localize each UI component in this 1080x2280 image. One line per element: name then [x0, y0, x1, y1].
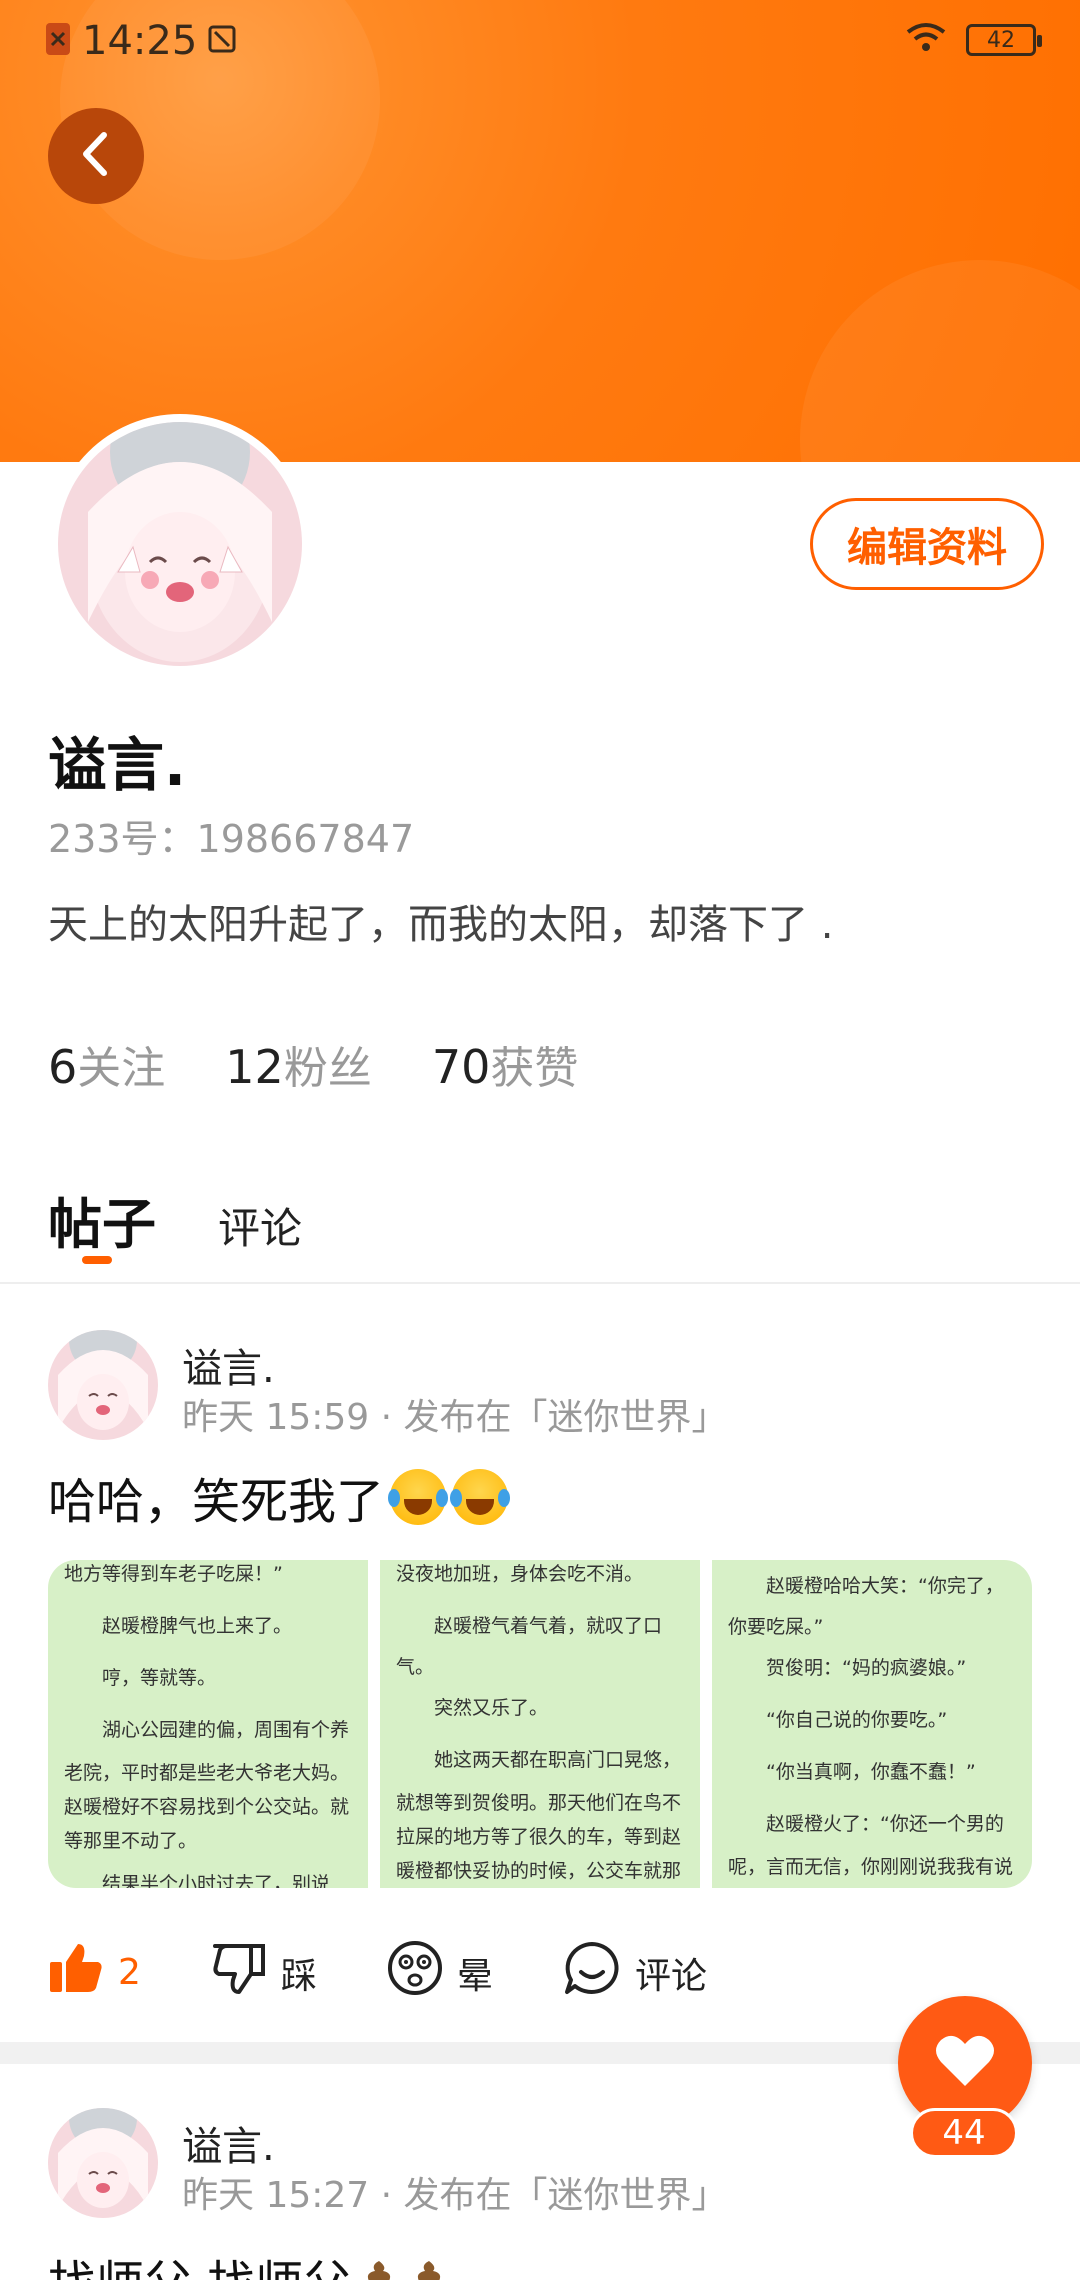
image-text-line: “你当真啊，你蠢不蠢！” [728, 1761, 976, 1783]
image-text-line: 她这两天都在职高门口晃悠， [396, 1749, 682, 1771]
notification-icon [44, 21, 72, 61]
stat-number: 12 [225, 1040, 284, 1094]
comment-label: 评论 [634, 1955, 707, 1997]
post-meta: 昨天 15:27 · 发布在「迷你世界」 [182, 2175, 728, 2216]
post-actions: 2 踩 晕 评论 [48, 1940, 777, 2005]
profile-bio: 天上的太阳升起了，而我的太阳，却落下了 . [48, 902, 834, 948]
image-text-line: 你要吃屎。” [728, 1616, 824, 1638]
image-text-line: 哼，等就等。 [64, 1667, 217, 1689]
image-text-line: 气。 [396, 1656, 435, 1678]
poop-emoji [418, 2261, 441, 2280]
stat-label: 关注 [77, 1043, 166, 1094]
image-text-line: 赵暖橙火了：“你还一个男的 [728, 1813, 1004, 1835]
post-image[interactable]: 没夜地加班，身体会吃不消。 赵暖橙气着气着，就叹了口 气。 突然又乐了。 她这两… [380, 1560, 700, 1888]
stat-label: 获赞 [490, 1043, 579, 1094]
post-text: 哈哈，笑死我了 [48, 1462, 511, 1532]
thumbs-down-icon [211, 1942, 267, 2003]
stat-following[interactable]: 6 关注 [48, 1032, 165, 1096]
comment-button[interactable]: 评论 [563, 1940, 707, 2005]
tab-comments[interactable]: 评论 [218, 1195, 302, 1256]
stat-number: 6 [48, 1040, 78, 1094]
image-text-line: 没夜地加班，身体会吃不消。 [396, 1563, 644, 1585]
image-text-line: 等那里不动了。 [64, 1830, 198, 1852]
post-text-content: 找师父 找师父 [48, 2244, 351, 2280]
image-text-line: 突然又乐了。 [396, 1697, 549, 1719]
avatar-image [58, 422, 302, 666]
image-text-line: 贺俊明：“妈的疯婆娘。” [728, 1657, 967, 1679]
image-text-line: 湖心公园建的偏，周围有个养 [64, 1719, 350, 1741]
profile-tabs: 帖子 评论 [48, 1180, 302, 1264]
post-image[interactable]: 地方等得到车老子吃屎！” 赵暖橙脾气也上来了。 哼，等就等。 湖心公园建的偏，周… [48, 1560, 368, 1888]
profile-stats: 6 关注 12 粉丝 70 获赞 [48, 1032, 578, 1096]
thumbs-up-icon [48, 1942, 104, 2003]
image-text-line: 赵暖橙好不容易找到个公交站。就 [64, 1796, 350, 1818]
post-text: 找师父 找师父 [48, 2244, 451, 2280]
image-text-line: 赵暖橙气着气着，就叹了口 [396, 1615, 663, 1637]
tab-label: 帖子 [48, 1193, 156, 1256]
heart-icon [935, 2034, 995, 2092]
back-button[interactable] [48, 108, 144, 204]
edit-profile-button[interactable]: 编辑资料 [810, 498, 1044, 590]
image-text-line: 暖橙都快妥协的时候，公交车就那 [396, 1860, 682, 1882]
image-text-line: 赵暖橙脾气也上来了。 [64, 1615, 293, 1637]
dislike-label: 踩 [280, 1955, 317, 1997]
avatar[interactable] [50, 414, 310, 674]
image-text-line: 地方等得到车老子吃屎！” [64, 1563, 283, 1585]
dislike-button[interactable]: 踩 [211, 1942, 317, 2003]
wifi-icon [904, 22, 948, 58]
tab-posts[interactable]: 帖子 [48, 1180, 156, 1264]
stat-likes: 70 获赞 [432, 1032, 579, 1096]
profile-name: 谥言. [48, 731, 187, 799]
stat-followers[interactable]: 12 粉丝 [225, 1032, 372, 1096]
post-avatar[interactable] [48, 1330, 158, 1440]
image-text-line: 老院，平时都是些老大爷老大妈。 [64, 1762, 350, 1784]
post-image[interactable]: 赵暖橙哈哈大笑：“你完了， 你要吃屎。” 贺俊明：“妈的疯婆娘。” “你自己说的… [712, 1560, 1032, 1888]
battery-icon: 42 [966, 24, 1042, 56]
post-meta: 昨天 15:59 · 发布在「迷你世界」 [182, 1397, 728, 1438]
post-author[interactable]: 谥言. [182, 1336, 275, 1394]
poop-emoji [368, 2261, 391, 2280]
image-text-line: “你自己说的你要吃。” [728, 1709, 948, 1731]
post-images: 地方等得到车老子吃屎！” 赵暖橙脾气也上来了。 哼，等就等。 湖心公园建的偏，周… [48, 1560, 1032, 1888]
image-text-line: 呢，言而无信，你刚刚说我我有说 [728, 1856, 1014, 1878]
status-bar: 14:25 42 [0, 0, 1080, 86]
stat-label: 粉丝 [283, 1043, 372, 1094]
stat-number: 70 [431, 1040, 491, 1094]
back-arrow-icon [76, 129, 116, 183]
image-text-line: 就想等到贺俊明。那天他们在鸟不 [396, 1792, 682, 1814]
dizzy-button[interactable]: 晕 [387, 1940, 493, 2005]
banner-decoration [800, 260, 1080, 462]
sync-icon [207, 24, 237, 58]
post-text-content: 哈哈，笑死我了 [48, 1474, 385, 1530]
dizzy-label: 晕 [456, 1955, 493, 1997]
image-text-line: 拉屎的地方等了很久的车，等到赵 [396, 1826, 682, 1848]
heart-count-badge: 44 [910, 2108, 1018, 2158]
clock: 14:25 [82, 18, 198, 64]
image-text-line: 结果半个小时过去了，别说 [64, 1873, 331, 1888]
tab-indicator [82, 1256, 112, 1264]
like-button[interactable]: 2 [48, 1942, 141, 2003]
divider [0, 1282, 1080, 1284]
like-count: 2 [118, 1952, 141, 1993]
post-avatar[interactable] [48, 2108, 158, 2218]
image-text-line: 赵暖橙哈哈大笑：“你完了， [728, 1575, 1004, 1597]
laughing-crying-emoji [388, 1469, 449, 1525]
profile-uid: 233号：198667847 [48, 817, 415, 861]
laughing-crying-emoji [450, 1469, 511, 1525]
dizzy-face-icon [387, 1940, 443, 2005]
comment-icon [563, 1940, 621, 2005]
post-author[interactable]: 谥言. [182, 2114, 275, 2172]
